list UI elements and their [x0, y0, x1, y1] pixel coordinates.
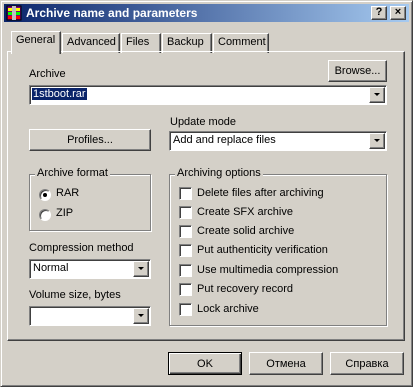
cancel-button-label: Отмена — [266, 357, 306, 370]
tab-general[interactable]: General — [11, 31, 61, 54]
title-bar[interactable]: Archive name and parameters ? × — [4, 4, 409, 22]
window-title: Archive name and parameters — [26, 6, 198, 20]
winrar-app-icon — [6, 5, 22, 21]
dialog-window: Archive name and parameters ? × General … — [0, 0, 413, 387]
tab-comment[interactable]: Comment — [213, 33, 269, 53]
help-button[interactable]: Справка — [330, 352, 404, 375]
tab-general-label: General — [16, 34, 56, 46]
tab-files[interactable]: Files — [121, 33, 161, 53]
tab-comment-label: Comment — [218, 36, 266, 48]
close-button[interactable]: × — [390, 6, 406, 20]
tab-advanced[interactable]: Advanced — [62, 33, 120, 53]
ok-button[interactable]: OK — [168, 352, 242, 375]
cancel-button[interactable]: Отмена — [249, 352, 323, 375]
help-button-label: Справка — [345, 357, 389, 370]
help-title-button[interactable]: ? — [371, 6, 387, 20]
general-tab-panel — [7, 51, 405, 341]
ok-button-label: OK — [197, 357, 213, 370]
tab-backup[interactable]: Backup — [162, 33, 212, 53]
tab-advanced-label: Advanced — [67, 36, 116, 48]
tab-backup-label: Backup — [167, 36, 204, 48]
tab-files-label: Files — [126, 36, 150, 48]
